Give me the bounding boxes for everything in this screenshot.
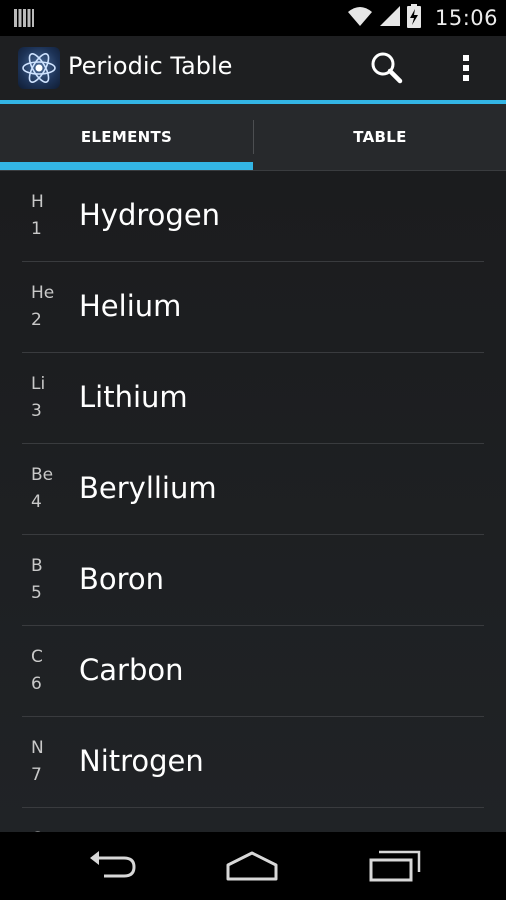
back-icon[interactable] bbox=[82, 846, 142, 886]
action-bar: Periodic Table bbox=[0, 36, 506, 100]
app-title: Periodic Table bbox=[68, 52, 233, 80]
element-symbol: B bbox=[31, 556, 43, 576]
tab-elements[interactable]: ELEMENTS bbox=[0, 104, 253, 170]
element-list[interactable]: H 1 Hydrogen He 2 Helium Li 3 Lithium Be… bbox=[0, 171, 506, 832]
element-name: Carbon bbox=[79, 653, 184, 687]
element-symbol: He bbox=[31, 283, 55, 303]
atomic-number: 6 bbox=[31, 674, 42, 694]
wifi-icon bbox=[347, 5, 373, 31]
navigation-bar bbox=[0, 832, 506, 900]
atomic-number: 1 bbox=[31, 219, 42, 239]
home-icon[interactable] bbox=[222, 846, 282, 886]
list-item[interactable]: C 6 Carbon bbox=[0, 626, 506, 717]
atom-app-icon[interactable] bbox=[18, 47, 60, 89]
element-name: Nitrogen bbox=[79, 744, 204, 778]
signal-icon bbox=[379, 5, 401, 31]
element-symbol: Li bbox=[31, 374, 46, 394]
status-bar: 15:06 bbox=[0, 0, 506, 36]
list-item[interactable]: B 5 Boron bbox=[0, 535, 506, 626]
list-item[interactable]: H 1 Hydrogen bbox=[0, 171, 506, 262]
element-name: Lithium bbox=[79, 380, 188, 414]
tab-bar: ELEMENTS TABLE bbox=[0, 104, 506, 171]
atomic-number: 4 bbox=[31, 492, 42, 512]
battery-charging-icon bbox=[406, 4, 421, 32]
barcode-icon bbox=[14, 8, 34, 32]
recent-apps-icon[interactable] bbox=[365, 846, 425, 886]
element-name: Helium bbox=[79, 289, 182, 323]
element-name: Boron bbox=[79, 562, 165, 596]
element-name: Beryllium bbox=[79, 471, 217, 505]
element-symbol: Be bbox=[31, 465, 54, 485]
atomic-number: 2 bbox=[31, 310, 42, 330]
element-symbol: H bbox=[31, 192, 44, 212]
atomic-number: 7 bbox=[31, 765, 42, 785]
search-icon[interactable] bbox=[366, 48, 406, 88]
list-item[interactable]: N 7 Nitrogen bbox=[0, 717, 506, 808]
tab-table[interactable]: TABLE bbox=[254, 104, 506, 170]
list-item[interactable]: Li 3 Lithium bbox=[0, 353, 506, 444]
list-item[interactable]: He 2 Helium bbox=[0, 262, 506, 353]
list-item[interactable]: Be 4 Beryllium bbox=[0, 444, 506, 535]
overflow-menu-icon[interactable] bbox=[452, 48, 480, 88]
element-symbol: C bbox=[31, 647, 43, 667]
element-name: Hydrogen bbox=[79, 198, 221, 232]
atomic-number: 3 bbox=[31, 401, 42, 421]
status-time: 15:06 bbox=[434, 6, 498, 30]
atomic-number: 5 bbox=[31, 583, 42, 603]
selected-tab-indicator bbox=[0, 162, 253, 170]
list-item[interactable]: O 8 bbox=[0, 808, 506, 832]
element-symbol: N bbox=[31, 738, 44, 758]
